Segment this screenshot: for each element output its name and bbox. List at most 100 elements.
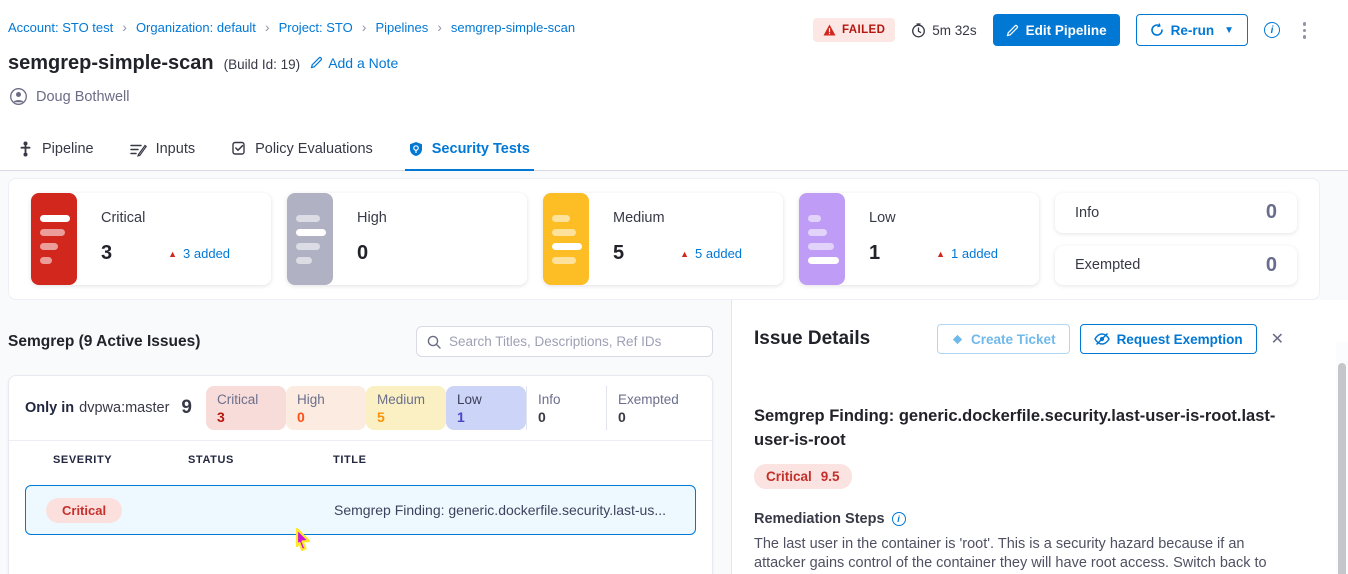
filter-pill-count: 5	[377, 409, 446, 425]
request-exemption-label: Request Exemption	[1117, 332, 1243, 347]
filter-pill-count: 0	[618, 409, 702, 425]
tab-pipeline-label: Pipeline	[42, 141, 94, 157]
group-branch: dvpwa:master	[79, 400, 169, 416]
breadcrumb-account[interactable]: Account: STO test	[8, 20, 113, 35]
duration-value: 5m 32s	[932, 23, 976, 38]
tab-security-tests-label: Security Tests	[432, 141, 530, 157]
chevron-right-icon: ›	[122, 20, 127, 34]
breadcrumb: Account: STO test › Organization: default…	[8, 20, 575, 35]
column-header-status: STATUS	[188, 454, 333, 466]
table-row[interactable]: Critical Semgrep Finding: generic.docker…	[25, 485, 696, 535]
search-input[interactable]	[449, 334, 702, 349]
row-severity-badge: Critical	[46, 498, 122, 523]
info-icon[interactable]: i	[1264, 22, 1280, 38]
diamond-icon	[951, 333, 964, 346]
inputs-icon	[130, 142, 147, 157]
edit-pipeline-button[interactable]: Edit Pipeline	[993, 14, 1120, 46]
page-title: semgrep-simple-scan	[8, 52, 214, 75]
issues-panel-title: Semgrep (9 Active Issues)	[8, 333, 200, 351]
filter-pill-critical[interactable]: Critical 3	[206, 386, 286, 430]
close-icon[interactable]: ✕	[1271, 329, 1284, 349]
remediation-text: The last user in the container is 'root'…	[754, 535, 1284, 574]
page-header: Account: STO test › Organization: default…	[0, 0, 1348, 128]
details-panel-title: Issue Details	[754, 328, 870, 350]
pencil-icon	[1006, 24, 1019, 37]
info-icon[interactable]: i	[892, 512, 906, 526]
duration: 5m 32s	[911, 23, 976, 38]
pencil-icon	[310, 56, 323, 69]
add-note-label: Add a Note	[328, 55, 398, 71]
issue-group-header: Only in dvpwa:master 9 Critical 3 High 0…	[9, 376, 712, 440]
caret-down-icon[interactable]: ▼	[1224, 25, 1234, 36]
added-indicator: ▲ 1 added	[936, 246, 998, 261]
table-header: SEVERITY STATUS TITLE	[9, 441, 712, 479]
severity-summary: Critical 3 ▲3 added High 0	[8, 178, 1320, 300]
edit-pipeline-label: Edit Pipeline	[1026, 23, 1107, 38]
high-bars-icon	[287, 193, 333, 285]
filter-pill-label: Medium	[377, 392, 446, 407]
triangle-up-icon: ▲	[168, 249, 177, 259]
critical-bars-icon	[31, 193, 77, 285]
row-title: Semgrep Finding: generic.dockerfile.secu…	[334, 502, 695, 518]
column-header-severity: SEVERITY	[53, 454, 188, 466]
filter-pill-info[interactable]: Info 0	[526, 386, 606, 430]
chevron-right-icon: ›	[362, 20, 367, 34]
severity-filter-pills: Critical 3 High 0 Medium 5 Low 1 Info	[206, 386, 702, 430]
breadcrumb-pipelines[interactable]: Pipelines	[375, 20, 428, 35]
create-ticket-label: Create Ticket	[971, 332, 1056, 347]
tab-security-tests[interactable]: Security Tests	[409, 128, 530, 170]
severity-card-exempted: Exempted 0	[1055, 246, 1297, 286]
chevron-right-icon: ›	[437, 20, 442, 34]
rerun-button[interactable]: Re-run ▼	[1136, 14, 1248, 46]
refresh-icon	[1150, 23, 1164, 37]
severity-score: 9.5	[821, 469, 840, 484]
severity-card-count: 5	[613, 242, 624, 265]
request-exemption-button[interactable]: Request Exemption	[1080, 324, 1257, 354]
add-note-link[interactable]: Add a Note	[310, 55, 398, 71]
tab-pipeline[interactable]: Pipeline	[18, 128, 94, 170]
issue-details-panel: Issue Details Create Ticket Request Exem…	[732, 300, 1348, 574]
more-options-menu[interactable]	[1297, 20, 1313, 41]
breadcrumb-project[interactable]: Project: STO	[279, 20, 353, 35]
breadcrumb-current-pipeline[interactable]: semgrep-simple-scan	[451, 20, 575, 35]
filter-pill-count: 3	[217, 409, 286, 425]
tab-inputs[interactable]: Inputs	[130, 128, 196, 170]
severity-card-count: 0	[1266, 254, 1277, 277]
policy-check-icon	[231, 141, 246, 157]
severity-card-label: High	[357, 210, 527, 226]
filter-pill-label: Critical	[217, 392, 286, 407]
filter-pill-label: Low	[457, 392, 526, 407]
added-label: 1 added	[951, 246, 998, 261]
remediation-steps-title: Remediation Steps	[754, 511, 885, 527]
severity-card-medium: Medium 5 ▲5 added	[543, 193, 783, 285]
status-badge-label: FAILED	[842, 24, 885, 36]
filter-pill-count: 0	[297, 409, 366, 425]
scrollbar-thumb[interactable]	[1338, 363, 1346, 574]
triangle-up-icon: ▲	[680, 249, 689, 259]
filter-pill-medium[interactable]: Medium 5	[366, 386, 446, 430]
severity-card-label: Low	[869, 210, 1039, 226]
shield-icon	[409, 141, 423, 157]
tab-policy-evaluations[interactable]: Policy Evaluations	[231, 128, 373, 170]
finding-title: Semgrep Finding: generic.dockerfile.secu…	[754, 404, 1284, 452]
chevron-right-icon: ›	[265, 20, 270, 34]
clock-icon	[911, 23, 926, 38]
severity-card-label: Info	[1075, 205, 1099, 221]
vertical-scrollbar[interactable]	[1336, 342, 1348, 574]
severity-card-label: Critical	[101, 210, 271, 226]
filter-pill-low[interactable]: Low 1	[446, 386, 526, 430]
severity-card-count: 0	[1266, 201, 1277, 224]
low-bars-icon	[799, 193, 845, 285]
filter-pill-high[interactable]: High 0	[286, 386, 366, 430]
author-name: Doug Bothwell	[36, 89, 130, 105]
tab-policy-evaluations-label: Policy Evaluations	[255, 141, 373, 157]
triangle-up-icon: ▲	[936, 249, 945, 259]
search-box[interactable]	[416, 326, 713, 357]
filter-pill-exempted[interactable]: Exempted 0	[606, 386, 702, 430]
user-avatar-icon	[10, 88, 27, 105]
warning-triangle-icon	[823, 24, 836, 36]
severity-card-count: 0	[357, 242, 368, 265]
search-icon	[427, 335, 441, 349]
breadcrumb-organization[interactable]: Organization: default	[136, 20, 256, 35]
create-ticket-button[interactable]: Create Ticket	[937, 324, 1070, 354]
